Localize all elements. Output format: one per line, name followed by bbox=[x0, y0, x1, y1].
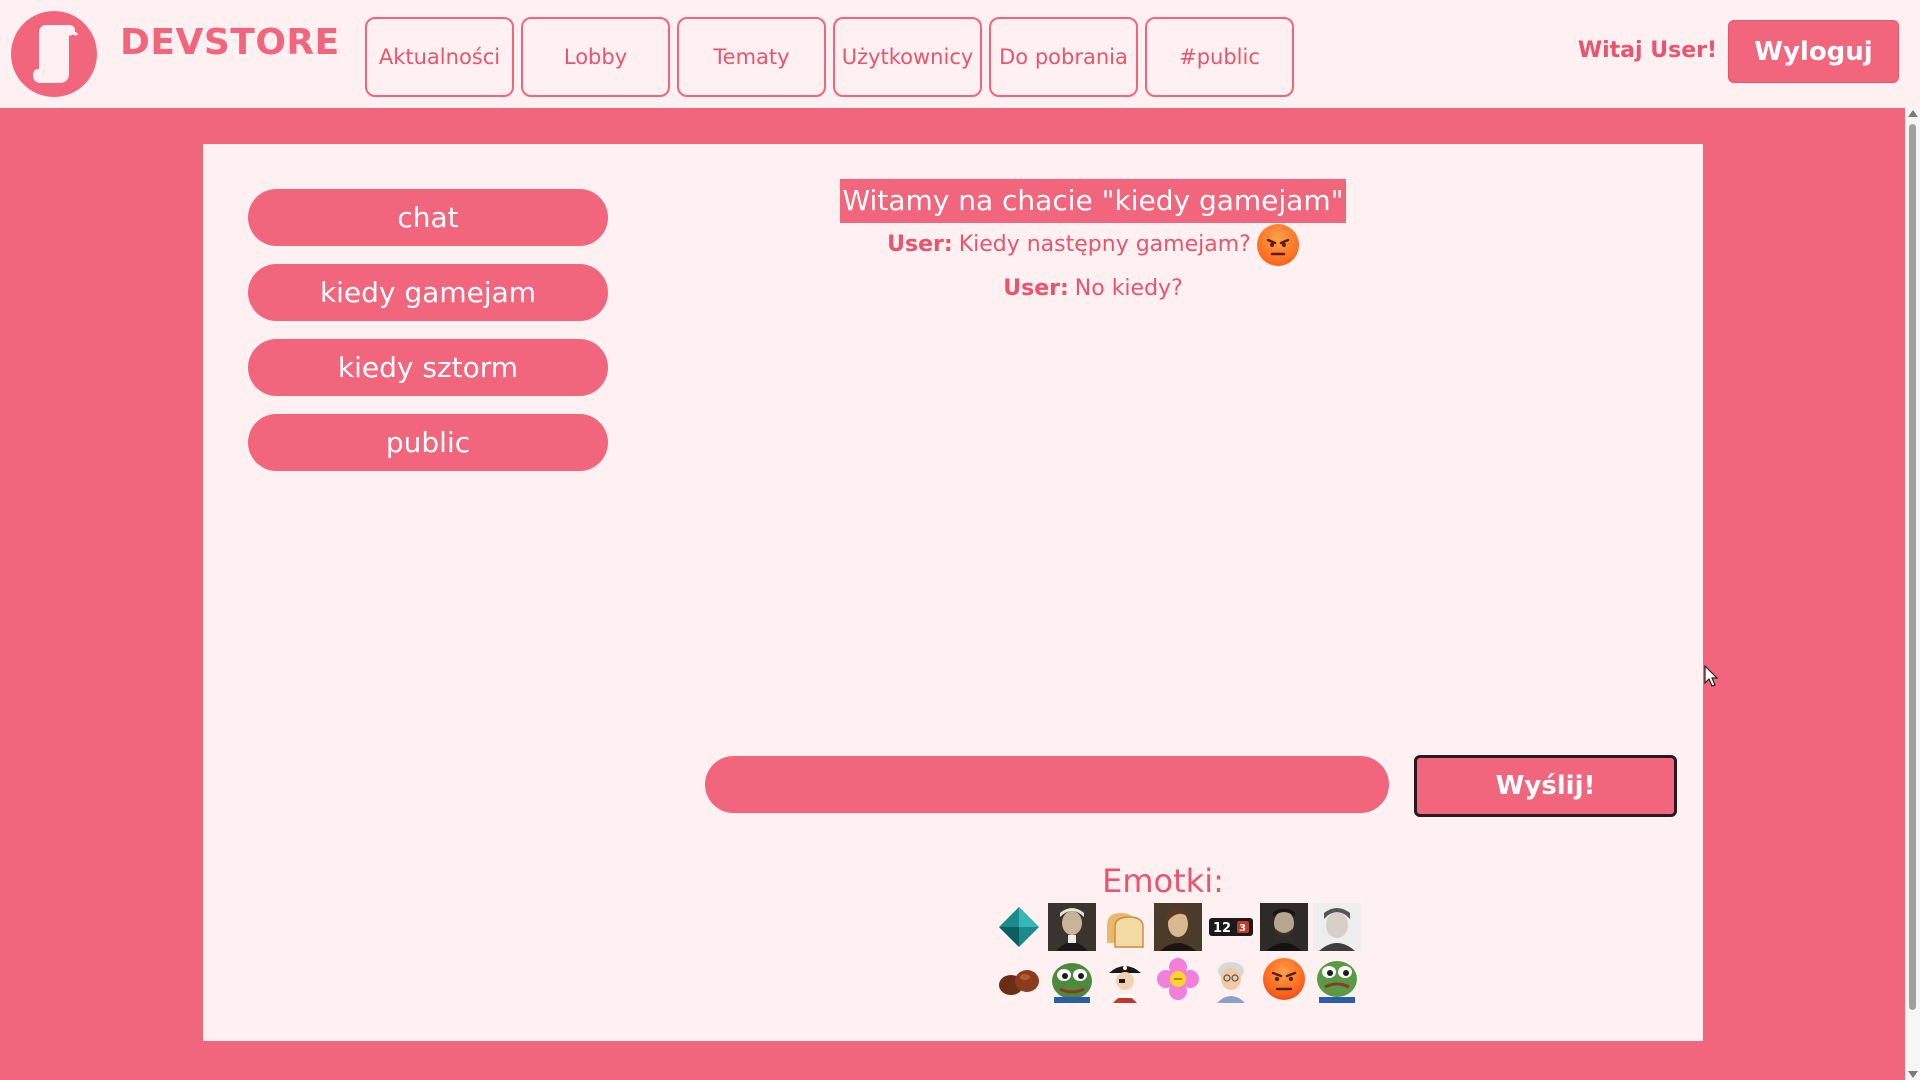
send-button[interactable]: Wyślij! bbox=[1414, 755, 1677, 817]
grandma-icon[interactable] bbox=[1206, 955, 1256, 1003]
svg-text:12: 12 bbox=[1213, 921, 1231, 936]
chestnuts-icon[interactable] bbox=[994, 955, 1044, 1003]
message-text: No kiedy? bbox=[1074, 276, 1183, 301]
angry-face-icon[interactable] bbox=[1259, 955, 1309, 1003]
svg-text:3: 3 bbox=[1239, 923, 1246, 934]
chat-message: User: Kiedy następny gamejam? bbox=[703, 223, 1483, 267]
room-public[interactable]: public bbox=[248, 414, 608, 471]
page-scrollbar[interactable] bbox=[1905, 108, 1920, 1080]
emotes-label: Emotki: bbox=[1102, 862, 1224, 900]
pirate-icon[interactable] bbox=[1100, 955, 1150, 1003]
message-text: Kiedy następny gamejam? bbox=[958, 232, 1251, 257]
message-input[interactable] bbox=[705, 756, 1389, 813]
pepe-frog-2-icon[interactable] bbox=[1312, 955, 1362, 1003]
scroll-logo-icon[interactable] bbox=[11, 11, 97, 97]
pink-flower-icon[interactable] bbox=[1153, 955, 1203, 1003]
portrait-4-icon[interactable] bbox=[1312, 903, 1362, 951]
emote-grid: 12 3 bbox=[994, 903, 1364, 1003]
nav-aktualnosci[interactable]: Aktualności bbox=[365, 17, 514, 97]
top-header: DEVSTORE Aktualności Lobby Tematy Użytko… bbox=[0, 0, 1920, 108]
portrait-3-icon[interactable] bbox=[1259, 903, 1309, 951]
numbers-icon[interactable]: 12 3 bbox=[1206, 903, 1256, 951]
message-author: User: bbox=[1003, 276, 1069, 301]
brand-name[interactable]: DEVSTORE bbox=[120, 22, 340, 63]
message-author: User: bbox=[887, 232, 953, 257]
nav-do-pobrania[interactable]: Do pobrania bbox=[989, 17, 1138, 97]
room-chat[interactable]: chat bbox=[248, 189, 608, 246]
room-kiedy-gamejam[interactable]: kiedy gamejam bbox=[248, 264, 608, 321]
user-greeting: Witaj User! bbox=[1577, 38, 1717, 63]
main-nav: Aktualności Lobby Tematy Użytkownicy Do … bbox=[365, 17, 1294, 97]
bread-icon[interactable] bbox=[1100, 903, 1150, 951]
mouse-pointer-icon bbox=[1704, 664, 1720, 693]
chat-panel: chat kiedy gamejam kiedy sztorm public W… bbox=[203, 144, 1703, 1041]
nav-uzytkownicy[interactable]: Użytkownicy bbox=[833, 17, 982, 97]
chat-messages: Witamy na chacie "kiedy gamejam" User: K… bbox=[703, 179, 1483, 311]
pepe-frog-icon[interactable] bbox=[1047, 955, 1097, 1003]
portrait-2-icon[interactable] bbox=[1153, 903, 1203, 951]
chat-message: User: No kiedy? bbox=[703, 267, 1483, 311]
portrait-1-icon[interactable] bbox=[1047, 903, 1097, 951]
nav-public[interactable]: #public bbox=[1145, 17, 1294, 97]
scroll-up-arrow-icon[interactable] bbox=[1908, 110, 1918, 117]
diamond-icon[interactable] bbox=[994, 903, 1044, 951]
nav-tematy[interactable]: Tematy bbox=[677, 17, 826, 97]
scroll-thumb[interactable] bbox=[1909, 124, 1916, 1010]
chat-title: Witamy na chacie "kiedy gamejam" bbox=[840, 179, 1346, 223]
nav-lobby[interactable]: Lobby bbox=[521, 17, 670, 97]
angry-face-icon bbox=[1256, 224, 1299, 266]
scroll-down-arrow-icon[interactable] bbox=[1908, 1071, 1918, 1078]
room-kiedy-sztorm[interactable]: kiedy sztorm bbox=[248, 339, 608, 396]
logout-button[interactable]: Wyloguj bbox=[1728, 20, 1899, 83]
room-list: chat kiedy gamejam kiedy sztorm public bbox=[248, 189, 608, 471]
